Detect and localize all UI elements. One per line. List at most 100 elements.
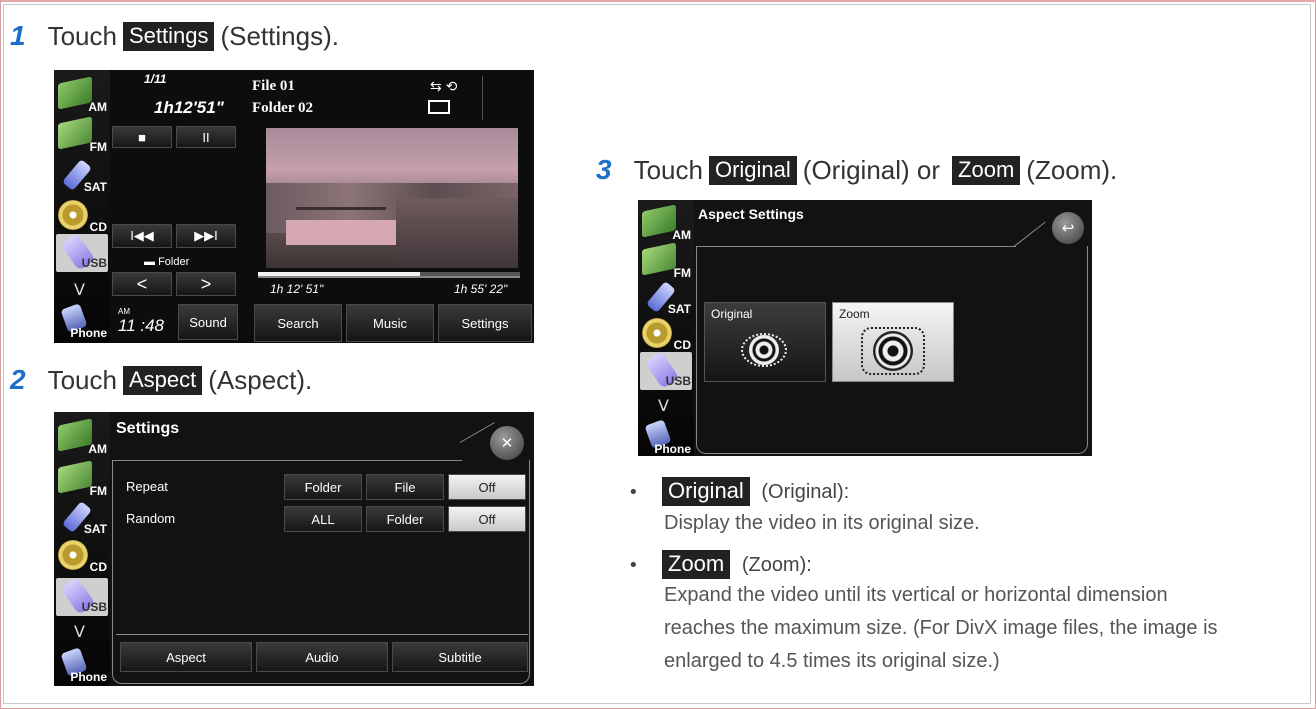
original-description: Display the video in its original size. (664, 512, 980, 534)
source-am[interactable]: AM (56, 76, 108, 116)
repeat-file-button[interactable]: File (366, 474, 444, 500)
step-number: 2 (10, 364, 26, 395)
source-usb[interactable]: USB (640, 351, 692, 390)
current-time: 1h 12' 51" (270, 282, 324, 296)
radio-icon (642, 242, 676, 276)
previous-button[interactable]: I◀◀ (112, 224, 172, 248)
folder-prev-button[interactable]: < (112, 272, 172, 296)
progress-underline (258, 276, 520, 278)
source-phone[interactable]: Phone (640, 419, 692, 456)
search-button[interactable]: Search (254, 304, 342, 342)
disc-icon (642, 318, 672, 348)
source-sat[interactable]: SAT (56, 158, 108, 196)
source-sat[interactable]: SAT (640, 280, 692, 318)
folder-label: ▬ Folder (144, 256, 190, 268)
step-text: Touch (47, 20, 117, 51)
random-folder-button[interactable]: Folder (366, 506, 444, 532)
radio-icon (58, 460, 92, 494)
zoom-description-line-1: Expand the video until its vertical or h… (664, 584, 1168, 606)
source-cd[interactable]: CD (56, 538, 108, 576)
video-icon (428, 100, 450, 114)
step-number: 1 (10, 20, 26, 51)
step-text: (Aspect). (208, 364, 313, 395)
subtitle-button[interactable]: Subtitle (392, 642, 528, 672)
file-name: File 01 (252, 78, 295, 94)
disc-icon (58, 540, 88, 570)
source-phone[interactable]: Phone (56, 303, 108, 342)
random-label: Random (126, 511, 176, 526)
pause-button[interactable]: II (176, 126, 236, 148)
step-text: Touch (47, 364, 117, 395)
bullet: • (628, 482, 639, 503)
next-button[interactable]: ▶▶I (176, 224, 236, 248)
step-number: 3 (596, 154, 612, 185)
chevron-down-icon: V (74, 280, 85, 299)
original-button[interactable]: Original (704, 302, 826, 382)
buildings (396, 198, 518, 268)
repeat-off-button[interactable]: Off (448, 474, 526, 500)
step-1: 1 Touch Settings (Settings). (10, 20, 339, 52)
source-usb[interactable]: USB (56, 233, 108, 272)
total-time: 1h 55' 22" (454, 282, 508, 296)
source-fm[interactable]: FM (56, 116, 108, 156)
settings-button[interactable]: Settings (438, 304, 532, 342)
back-button[interactable]: ↩ (1052, 212, 1084, 244)
stop-button[interactable]: ■ (112, 126, 172, 148)
original-note: Original (Original): (662, 477, 849, 506)
zoom-button[interactable]: Zoom (832, 302, 954, 382)
disc-icon (58, 200, 88, 230)
note-suffix: (Original): (761, 481, 850, 503)
step-3: 3 Touch Original (Original) or Zoom (Zoo… (596, 154, 1117, 186)
aspect-key: Aspect (122, 365, 203, 395)
repeat-icon: ⇆ ⟲ (430, 78, 458, 94)
random-off-button[interactable]: Off (448, 506, 526, 532)
source-am[interactable]: AM (56, 418, 108, 458)
clock: 11 :48 (118, 316, 165, 335)
settings-screen: AM FM SAT CD USB V Phone Settings ✕ Repe… (54, 412, 534, 686)
source-phone[interactable]: Phone (56, 647, 108, 686)
zoom-target-corners (861, 327, 925, 375)
source-sat[interactable]: SAT (56, 500, 108, 538)
step-text: (Settings). (220, 20, 339, 51)
am-indicator: AM (118, 307, 130, 316)
zoom-key: Zoom (952, 155, 1021, 185)
chevron-down-icon: V (74, 622, 85, 641)
title-underline-slant (1013, 221, 1046, 247)
bullet: • (628, 555, 639, 576)
source-fm[interactable]: FM (56, 460, 108, 500)
close-button[interactable]: ✕ (490, 426, 524, 460)
music-button[interactable]: Music (346, 304, 434, 342)
aspect-button[interactable]: Aspect (120, 642, 252, 672)
audio-button[interactable]: Audio (256, 642, 388, 672)
step-2: 2 Touch Aspect (Aspect). (10, 364, 312, 396)
original-label: Original (711, 307, 753, 321)
zoom-description-line-3: enlarged to 4.5 times its original size.… (664, 650, 1000, 672)
player-screen: AM FM SAT CD USB V Phone 1/11 1h12'51" F… (54, 70, 534, 343)
note-suffix: (Zoom): (741, 554, 812, 576)
random-all-button[interactable]: ALL (284, 506, 362, 532)
divider (482, 76, 483, 120)
radio-icon (58, 116, 92, 150)
folder-next-button[interactable]: > (176, 272, 236, 296)
chevron-down-icon: V (658, 396, 669, 415)
source-am[interactable]: AM (640, 204, 692, 244)
track-counter: 1/11 (144, 72, 167, 86)
target-corners (741, 333, 787, 367)
aspect-screen: AM FM SAT CD USB V Phone Aspect Settings… (638, 200, 1092, 456)
step-text: Touch (633, 154, 703, 185)
source-cd[interactable]: CD (56, 198, 108, 236)
source-fm[interactable]: FM (640, 242, 692, 282)
repeat-folder-button[interactable]: Folder (284, 474, 362, 500)
elapsed-time: 1h12'51" (154, 98, 224, 117)
sound-button[interactable]: Sound (178, 304, 238, 340)
folder-name: Folder 02 (252, 100, 313, 116)
source-usb[interactable]: USB (56, 577, 108, 616)
zoom-description-line-2: reaches the maximum size. (For DivX imag… (664, 617, 1218, 639)
radio-icon (642, 204, 676, 238)
screen-title: Aspect Settings (698, 206, 804, 222)
video-frame (266, 128, 518, 268)
screen-title: Settings (116, 420, 180, 437)
repeat-label: Repeat (126, 479, 168, 494)
source-sidebar: AM FM SAT CD USB V Phone (54, 70, 110, 343)
source-cd[interactable]: CD (640, 316, 692, 354)
